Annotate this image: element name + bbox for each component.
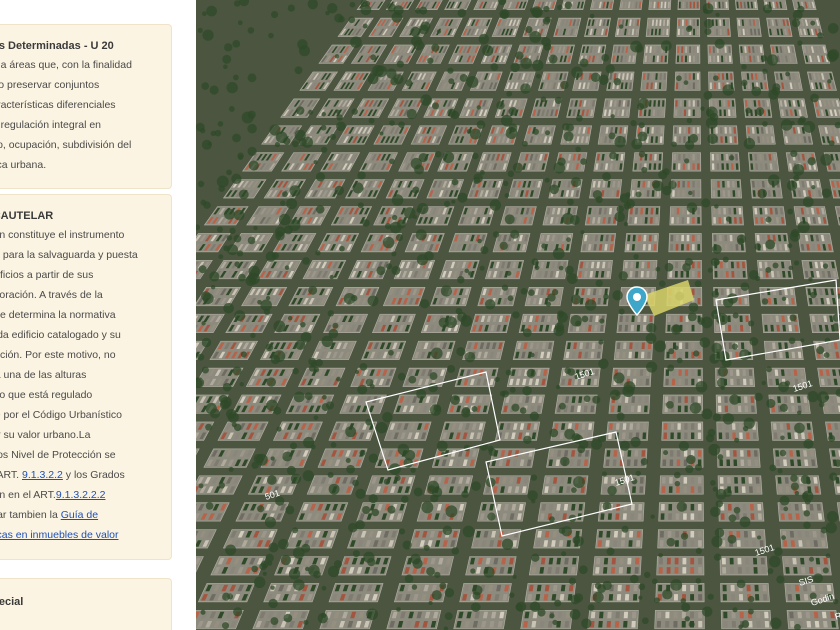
info-panel: nes Determinadas - U 20 en a áreas que, … xyxy=(0,0,196,630)
link-suffix: y los Grados xyxy=(62,469,125,481)
card-title: special xyxy=(0,596,24,608)
satellite-map[interactable]: 1501 1501 1501 501 1501 Godin SIS RM xyxy=(196,0,840,630)
card-text-line: valoración. A través de la xyxy=(0,289,103,301)
card-text-line: ultar tambien la Guía de xyxy=(0,505,171,525)
card-text-line: cada edificio catalogado y su xyxy=(0,329,121,341)
card-text-line: nte por el Código Urbanístico xyxy=(0,409,122,421)
zone-card-u20: nes Determinadas - U 20 en a áreas que, … xyxy=(0,24,172,189)
card-text-line: n se determina la normativa xyxy=(0,309,116,321)
link-prefix: el ART. xyxy=(0,469,20,481)
card-text-line: edificios a partir de sus xyxy=(0,269,94,281)
article-link-9-1-3-2-2-2[interactable]: 9.1.3.2.2.2 xyxy=(56,489,106,501)
card-text-line: ción constituye el instrumento xyxy=(0,229,125,241)
card-text-line: ción en el ART.9.1.3.2.2.2 xyxy=(0,485,171,505)
guide-link-continued[interactable]: cticas en inmuebles de valor xyxy=(0,529,119,541)
special-card: special xyxy=(0,578,172,630)
card-text-line: cticas en inmuebles de valor xyxy=(0,525,171,545)
card-text-line: tección. Por este motivo, no xyxy=(0,349,116,361)
link-prefix: ultar tambien la xyxy=(0,509,58,521)
link-prefix: ción en el ART. xyxy=(0,489,56,501)
map-canvas[interactable]: 1501150115015011501GodinSISRM xyxy=(196,0,840,630)
card-text-line: características diferenciales xyxy=(0,99,116,111)
card-text-line: sino que está regulado xyxy=(0,389,93,401)
card-text-line: stica urbana. xyxy=(0,159,47,171)
card-text-line: uso, ocupación, subdivisión del xyxy=(0,139,132,151)
app-root: nes Determinadas - U 20 en a áreas que, … xyxy=(0,0,840,630)
card-title: nes Determinadas - U 20 xyxy=(0,40,114,52)
card-text-line: e a una de las alturas xyxy=(0,369,87,381)
card-text-line: e los Nivel de Protección se xyxy=(0,449,116,461)
card-text-line: er o preservar conjuntos xyxy=(0,79,100,91)
location-pin-icon[interactable] xyxy=(626,286,648,317)
card-text-line: el ART. 9.1.3.2.2 y los Grados xyxy=(0,465,171,485)
protection-card-cautelar: - CAUTELAR ción constituye el instrument… xyxy=(0,194,172,560)
article-link-9-1-3-2-2[interactable]: 9.1.3.2.2 xyxy=(22,469,63,481)
card-text-line: var su valor urbano.La xyxy=(0,429,91,441)
card-text-line: en a áreas que, con la finalidad xyxy=(0,59,132,71)
card-text-line: de regulación integral en xyxy=(0,119,101,131)
card-title: - CAUTELAR xyxy=(0,210,54,222)
guide-link[interactable]: Guía de xyxy=(61,509,98,521)
card-text-line: ión para la salvaguarda y puesta xyxy=(0,249,138,261)
